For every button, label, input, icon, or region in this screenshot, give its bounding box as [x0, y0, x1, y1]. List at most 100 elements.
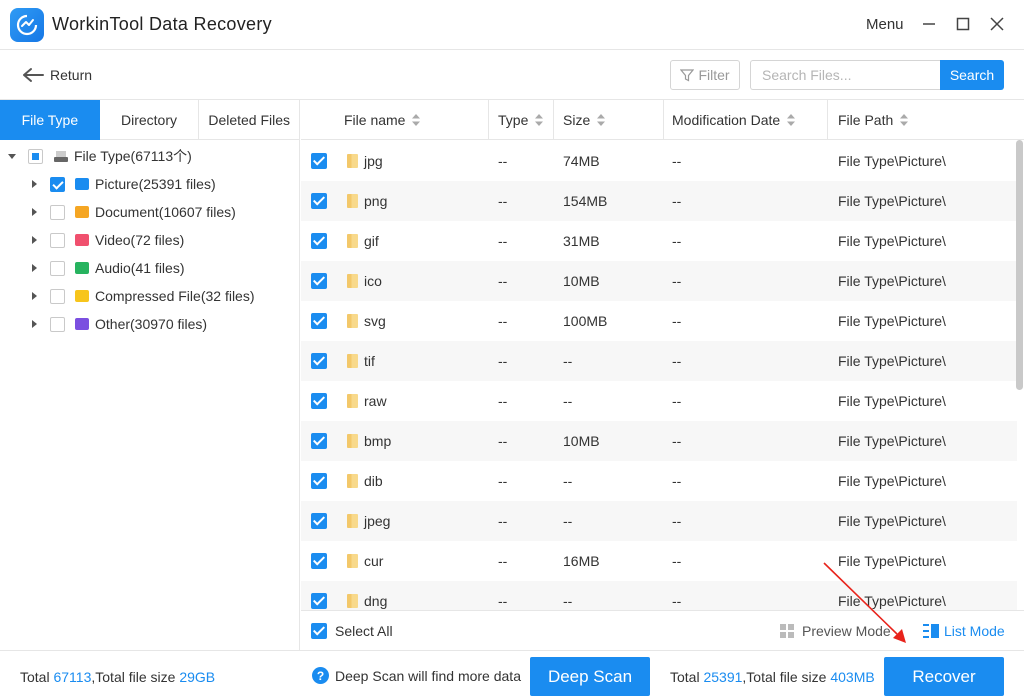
preview-mode-button[interactable]: Preview Mode [779, 623, 891, 639]
row-checkbox[interactable] [311, 513, 327, 529]
search-input[interactable] [750, 60, 941, 90]
caret-down-icon[interactable] [8, 152, 16, 160]
column-header-size[interactable]: Size [563, 100, 606, 140]
row-checkbox[interactable] [311, 553, 327, 569]
cell-size: -- [563, 593, 573, 609]
table-row[interactable]: raw -- -- -- File Type\Picture\ [301, 381, 1017, 421]
compressed-checkbox[interactable] [50, 288, 65, 304]
table-row[interactable]: gif -- 31MB -- File Type\Picture\ [301, 221, 1017, 261]
cell-file-name: jpeg [364, 513, 391, 529]
row-checkbox[interactable] [311, 393, 327, 409]
column-header-file-name[interactable]: File name [344, 100, 421, 140]
cell-date: -- [672, 193, 682, 209]
audio-icon [75, 262, 89, 274]
cell-size: 100MB [563, 313, 608, 329]
tree-item-video[interactable]: Video(72 files) [30, 228, 184, 252]
help-icon[interactable]: ? [312, 667, 329, 684]
row-checkbox[interactable] [311, 193, 327, 209]
sort-icon[interactable] [786, 113, 796, 127]
cell-date: -- [672, 353, 682, 369]
row-checkbox[interactable] [311, 233, 327, 249]
cell-file-name: gif [364, 233, 379, 249]
cell-date: -- [672, 153, 682, 169]
deep-scan-hint: ? Deep Scan will find more data [312, 667, 521, 684]
picture-checkbox[interactable] [50, 176, 65, 192]
cell-type: -- [498, 393, 508, 409]
table-row[interactable]: svg -- 100MB -- File Type\Picture\ [301, 301, 1017, 341]
row-checkbox[interactable] [311, 273, 327, 289]
recover-button[interactable]: Recover [884, 657, 1004, 696]
folder-icon [347, 154, 358, 168]
video-checkbox[interactable] [50, 232, 65, 248]
view-tabs: File Type Directory Deleted Files [0, 100, 299, 140]
tree-item-audio[interactable]: Audio(41 files) [30, 256, 185, 280]
caret-right-icon[interactable] [30, 236, 38, 244]
audio-checkbox[interactable] [50, 260, 65, 276]
deep-scan-button[interactable]: Deep Scan [530, 657, 650, 696]
filter-label: Filter [698, 67, 730, 83]
minimize-icon[interactable] [918, 13, 940, 35]
select-all-checkbox[interactable]: Select All [311, 623, 393, 639]
row-checkbox[interactable] [311, 353, 327, 369]
document-icon [75, 206, 89, 218]
column-header-file-path[interactable]: File Path [838, 100, 909, 140]
tree-root[interactable]: File Type(67113个) [8, 144, 192, 168]
table-row[interactable]: jpg -- 74MB -- File Type\Picture\ [301, 141, 1017, 181]
cell-file-name: tif [364, 353, 375, 369]
table-row[interactable]: dng -- -- -- File Type\Picture\ [301, 581, 1017, 610]
close-icon[interactable] [986, 13, 1008, 35]
tab-directory[interactable]: Directory [100, 100, 200, 140]
row-checkbox[interactable] [311, 433, 327, 449]
table-row[interactable]: jpeg -- -- -- File Type\Picture\ [301, 501, 1017, 541]
tree-item-document[interactable]: Document(10607 files) [30, 200, 236, 224]
select-all-check-icon[interactable] [311, 623, 327, 639]
filter-button[interactable]: Filter [670, 60, 740, 90]
document-checkbox[interactable] [50, 204, 65, 220]
tree-root-checkbox[interactable] [28, 148, 43, 164]
row-checkbox[interactable] [311, 593, 327, 609]
tab-deleted-files[interactable]: Deleted Files [199, 100, 299, 140]
sort-icon[interactable] [596, 113, 606, 127]
sort-icon[interactable] [899, 113, 909, 127]
caret-right-icon[interactable] [30, 292, 38, 300]
caret-right-icon[interactable] [30, 264, 38, 272]
maximize-icon[interactable] [952, 13, 974, 35]
column-header-modification-date[interactable]: Modification Date [672, 100, 796, 140]
table-row[interactable]: cur -- 16MB -- File Type\Picture\ [301, 541, 1017, 581]
column-header-type[interactable]: Type [498, 100, 544, 140]
folder-icon [347, 234, 358, 248]
tree-item-picture[interactable]: Picture(25391 files) [30, 172, 216, 196]
sort-icon[interactable] [411, 113, 421, 127]
cell-type: -- [498, 433, 508, 449]
table-scrollbar[interactable] [1016, 140, 1024, 610]
cell-date: -- [672, 313, 682, 329]
row-checkbox[interactable] [311, 313, 327, 329]
table-row[interactable]: png -- 154MB -- File Type\Picture\ [301, 181, 1017, 221]
cell-path: File Type\Picture\ [838, 593, 946, 609]
cell-file-name: bmp [364, 433, 392, 449]
column-label: Size [563, 112, 591, 128]
table-row[interactable]: tif -- -- -- File Type\Picture\ [301, 341, 1017, 381]
caret-right-icon[interactable] [30, 208, 38, 216]
cell-path: File Type\Picture\ [838, 313, 946, 329]
return-button[interactable]: Return [22, 64, 92, 86]
other-icon [75, 318, 89, 330]
caret-right-icon[interactable] [30, 320, 38, 328]
list-mode-button[interactable]: List Mode [923, 623, 1005, 639]
table-row[interactable]: ico -- 10MB -- File Type\Picture\ [301, 261, 1017, 301]
tree-item-compressed[interactable]: Compressed File(32 files) [30, 284, 255, 308]
table-row[interactable]: dib -- -- -- File Type\Picture\ [301, 461, 1017, 501]
table-row[interactable]: bmp -- 10MB -- File Type\Picture\ [301, 421, 1017, 461]
tree-item-other[interactable]: Other(30970 files) [30, 312, 207, 336]
cell-date: -- [672, 233, 682, 249]
other-checkbox[interactable] [50, 316, 65, 332]
cell-type: -- [498, 353, 508, 369]
row-checkbox[interactable] [311, 473, 327, 489]
search-button[interactable]: Search [940, 60, 1004, 90]
menu-button[interactable]: Menu [866, 16, 904, 33]
scrollbar-thumb[interactable] [1016, 140, 1023, 390]
caret-right-icon[interactable] [30, 180, 38, 188]
sort-icon[interactable] [534, 113, 544, 127]
tab-file-type[interactable]: File Type [0, 100, 100, 140]
row-checkbox[interactable] [311, 153, 327, 169]
